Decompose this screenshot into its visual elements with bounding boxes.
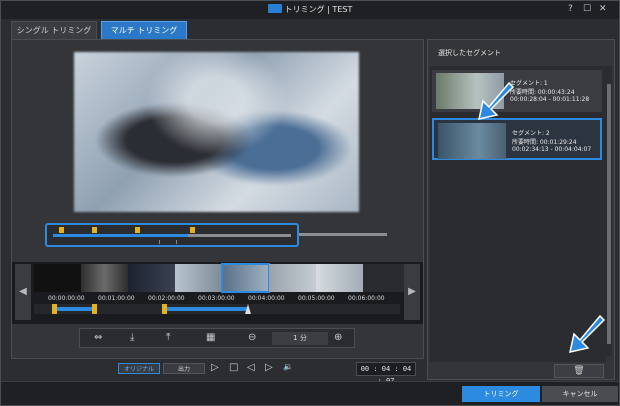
timecode-label: 00:04:00:00 bbox=[248, 295, 285, 302]
in-marker[interactable] bbox=[52, 304, 57, 314]
segment-marker[interactable] bbox=[92, 227, 97, 233]
overview-scrubber[interactable] bbox=[45, 223, 299, 247]
film-icon[interactable]: ▦ bbox=[206, 332, 215, 343]
preview-pane: ◀ 00:00:00:00 00:01:00:00 00:02:00:00 00… bbox=[11, 39, 424, 359]
segment-range-text: 00:02:34:13 - 00:04:04:07 bbox=[512, 146, 592, 153]
zoom-level[interactable]: 1 分 bbox=[272, 332, 328, 345]
stop-icon[interactable]: □ bbox=[229, 362, 238, 373]
timecode-label: 00:06:00:00 bbox=[348, 295, 385, 302]
video-preview bbox=[74, 52, 359, 212]
segment-duration: 所要時間: 00:00:43:24 bbox=[510, 89, 575, 96]
video-frame[interactable] bbox=[316, 264, 363, 292]
filmstrip: ◀ 00:00:00:00 00:01:00:00 00:02:00:00 00… bbox=[12, 262, 423, 324]
segment-range[interactable] bbox=[54, 307, 94, 311]
filmstrip-next-button[interactable]: ▶ bbox=[404, 264, 420, 320]
next-frame-icon[interactable]: ▷ bbox=[265, 362, 273, 373]
play-icon[interactable]: ▷ bbox=[211, 362, 219, 373]
video-frame[interactable] bbox=[128, 264, 175, 292]
trim-button[interactable]: トリミング bbox=[462, 386, 540, 402]
segment-thumbnail bbox=[438, 123, 506, 159]
video-frame[interactable] bbox=[175, 264, 222, 292]
segment-name: セグメント: 2 bbox=[512, 130, 550, 137]
in-marker[interactable] bbox=[162, 304, 167, 314]
out-marker[interactable] bbox=[92, 304, 97, 314]
zoom-out-icon[interactable]: ⊖ bbox=[248, 332, 256, 343]
output-mode-button[interactable]: 出力 bbox=[163, 363, 205, 374]
video-frame[interactable] bbox=[81, 264, 128, 292]
filmstrip-prev-button[interactable]: ◀ bbox=[15, 264, 31, 320]
scrubber-track bbox=[299, 233, 387, 236]
segment-range-text: 00:00:28:04 - 00:01:11:28 bbox=[510, 96, 590, 103]
segment-item[interactable]: セグメント: 2 所要時間: 00:01:29:24 00:02:34:13 -… bbox=[432, 118, 602, 160]
tab-single-trim[interactable]: シングル トリミング bbox=[11, 21, 97, 39]
frame-strip bbox=[34, 263, 410, 293]
segment-name: セグメント: 1 bbox=[510, 80, 548, 87]
timecode-label: 00:05:00:00 bbox=[298, 295, 335, 302]
title-bar: トリミング | TEST ? ☐ ✕ bbox=[1, 1, 619, 19]
delete-segment-button[interactable]: 🗑 bbox=[554, 364, 604, 378]
edit-toolbar: ⇔ ⤓ ⤒ ▦ ⊖ 1 分 ⊕ bbox=[79, 328, 355, 348]
segment-ruler[interactable] bbox=[34, 304, 400, 314]
mark-out-icon[interactable]: ⤒ bbox=[166, 332, 170, 343]
timecode-label: 00:03:00:00 bbox=[198, 295, 235, 302]
segment-item[interactable]: セグメント: 1 所要時間: 00:00:43:24 00:00:28:04 -… bbox=[432, 70, 602, 112]
segments-title: 選択したセグメント bbox=[438, 49, 501, 57]
timecode-label: 00:00:00:00 bbox=[48, 295, 85, 302]
segment-range[interactable] bbox=[164, 307, 248, 311]
video-frame[interactable] bbox=[34, 264, 81, 292]
window-title: トリミング | TEST bbox=[1, 4, 619, 15]
close-button[interactable]: ✕ bbox=[599, 4, 607, 14]
trim-window: トリミング | TEST ? ☐ ✕ シングル トリミング マルチ トリミング … bbox=[0, 0, 620, 406]
segment-marker[interactable] bbox=[59, 227, 64, 233]
mark-in-icon[interactable]: ⤓ bbox=[130, 332, 134, 343]
prev-frame-icon[interactable]: ◁ bbox=[247, 362, 255, 373]
segment-duration: 所要時間: 00:01:29:24 bbox=[512, 139, 577, 146]
segment-scrollbar[interactable] bbox=[606, 66, 612, 356]
playback-bar: オリジナル 出力 ▷ □ ◁ ▷ 🔉 00 : 04 : 04 : 07 bbox=[11, 360, 424, 385]
annotation-arrow-icon bbox=[478, 81, 515, 120]
scrubber-grip[interactable] bbox=[159, 240, 177, 244]
maximize-button[interactable]: ☐ bbox=[583, 4, 591, 14]
app-icon bbox=[267, 4, 282, 13]
video-frame[interactable] bbox=[221, 263, 270, 293]
timecode-label: 00:02:00:00 bbox=[148, 295, 185, 302]
help-button[interactable]: ? bbox=[568, 4, 573, 14]
scrubber-progress bbox=[53, 234, 188, 237]
video-frame[interactable] bbox=[363, 264, 410, 292]
zoom-in-icon[interactable]: ⊕ bbox=[334, 332, 342, 343]
cancel-button[interactable]: キャンセル bbox=[542, 386, 618, 402]
timecode-label: 00:01:00:00 bbox=[98, 295, 135, 302]
segment-marker[interactable] bbox=[190, 227, 195, 233]
annotation-arrow-icon bbox=[569, 314, 606, 353]
video-frame[interactable] bbox=[269, 264, 316, 292]
volume-icon[interactable]: 🔉 bbox=[283, 362, 293, 371]
current-timecode: 00 : 04 : 04 : 07 bbox=[356, 362, 416, 385]
tab-multi-trim[interactable]: マルチ トリミング bbox=[101, 21, 187, 39]
fit-icon[interactable]: ⇔ bbox=[94, 332, 102, 343]
segment-marker[interactable] bbox=[135, 227, 140, 233]
original-mode-button[interactable]: オリジナル bbox=[118, 363, 160, 374]
dialog-footer: トリミング キャンセル bbox=[1, 381, 619, 405]
